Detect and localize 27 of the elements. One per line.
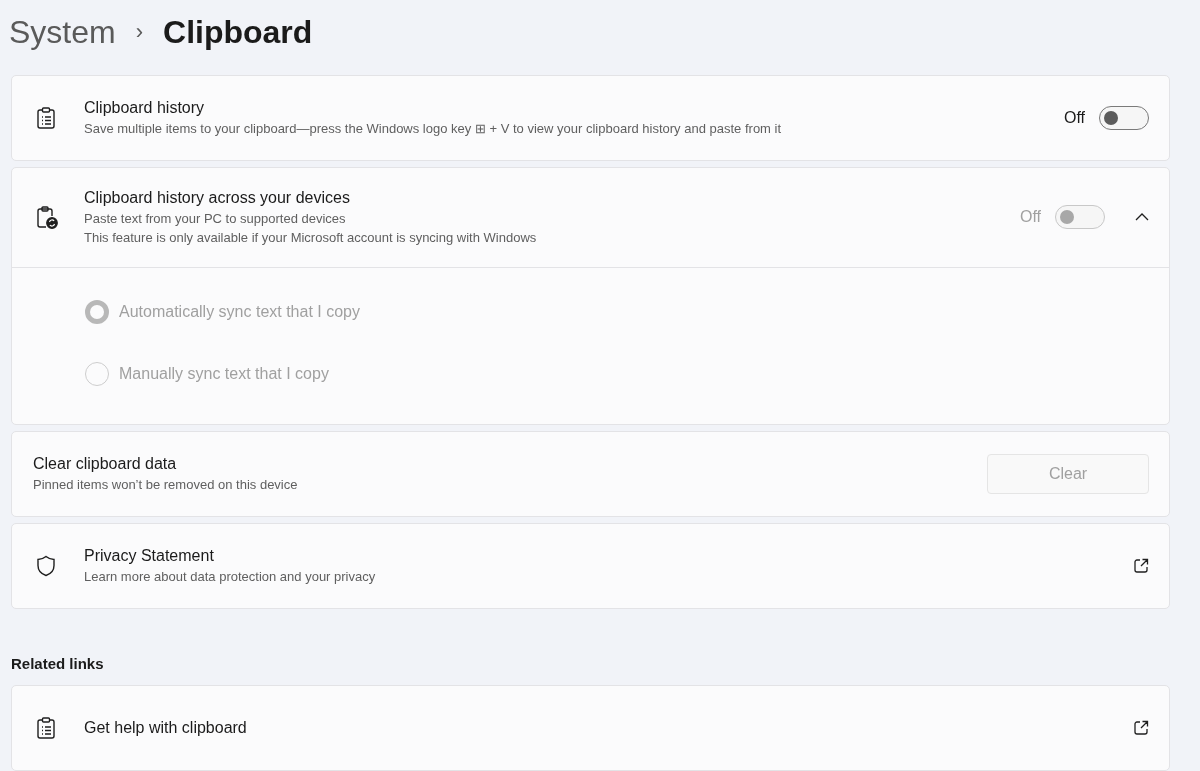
external-link-icon [1133, 557, 1149, 574]
clipboard-icon [36, 106, 56, 129]
breadcrumb-separator: › [135, 18, 143, 47]
card-title: Privacy Statement [84, 546, 215, 566]
card-title: Clipboard history across your devices [84, 188, 351, 208]
radio-label: Automatically sync text that I copy [119, 301, 360, 322]
toggle-state-label: Off [1063, 107, 1085, 128]
breadcrumb-parent[interactable]: System [9, 7, 116, 56]
radio-label: Manually sync text that I copy [119, 363, 329, 384]
link-card[interactable]: Privacy Statement Learn more about data protection and your privacy [11, 522, 1170, 609]
card-description: Learn more about data protection and your privacy [84, 568, 377, 586]
card-description: This feature is only available if your Microsoft account is syncing with Windows [84, 229, 538, 247]
page-title: Clipboard [163, 12, 313, 52]
card-description: Pinned items won’t be removed on this device [33, 476, 299, 494]
clipboard-icon [36, 717, 56, 739]
external-link-icon [1133, 720, 1149, 736]
card-description: Save multiple items to your clipboard—press the Windows logo key ⊞ + V to view your clipboard history and paste from it [84, 120, 783, 138]
link-card[interactable]: Get help with clipboard [11, 685, 1170, 771]
toggle-state-label: Off [1019, 207, 1041, 227]
section-heading: Related links [11, 653, 105, 674]
card-title: Clear clipboard data [33, 454, 178, 474]
card-title: Clipboard history [84, 98, 206, 118]
shield-icon [36, 554, 56, 577]
card-description: Paste text from your PC to supported devices [84, 210, 347, 228]
toggle-switch[interactable] [1099, 105, 1149, 130]
clipboard-sync-icon [36, 205, 58, 229]
card-title: Get help with clipboard [84, 718, 248, 738]
